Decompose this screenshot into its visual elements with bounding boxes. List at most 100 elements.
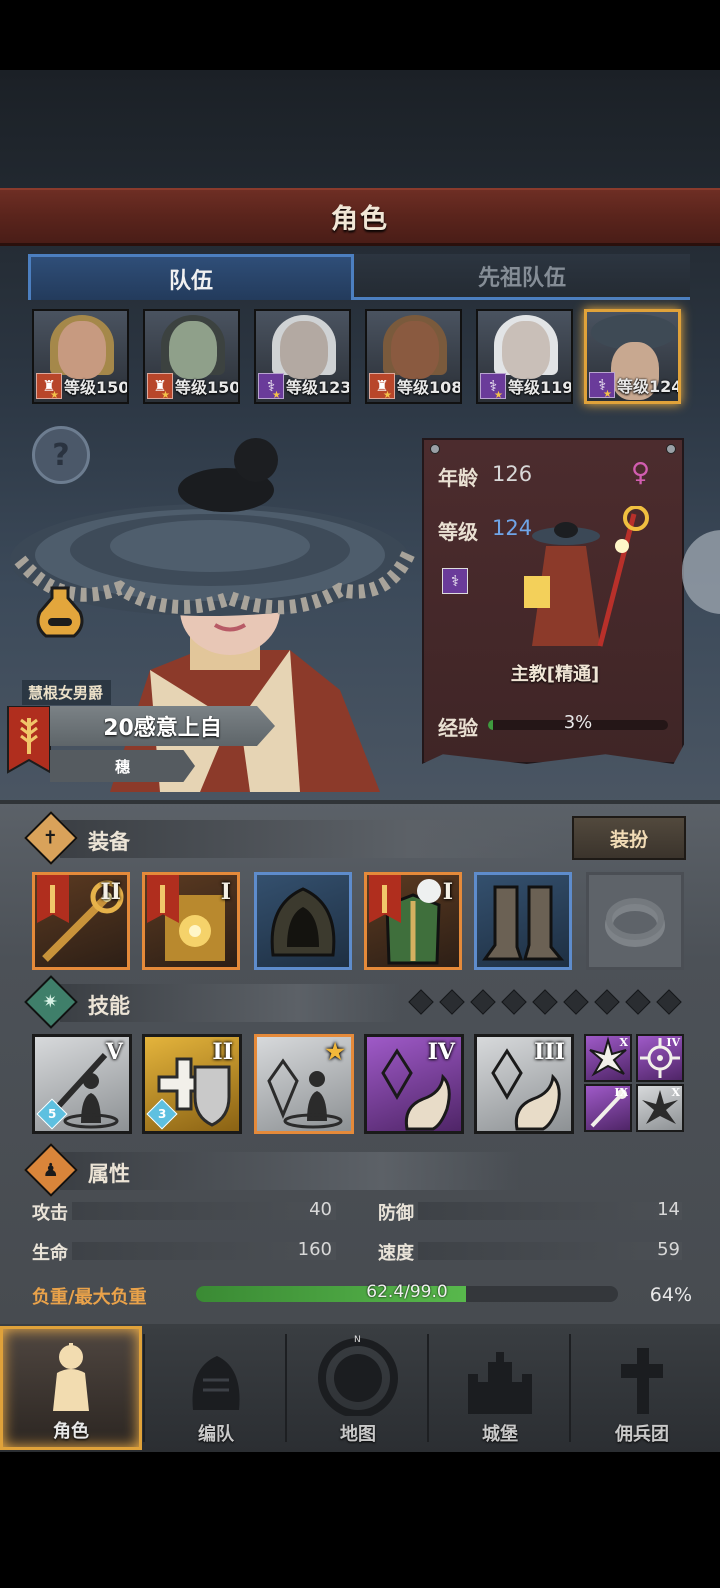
hero-level: 等级123 (286, 378, 351, 397)
hero-level: 等级150 (175, 378, 240, 397)
star-icon: ★ (383, 390, 392, 401)
hero-level: 等级124 (617, 377, 681, 396)
passive-skill-3[interactable]: IX (584, 1084, 632, 1132)
roster-hero-4[interactable]: ♜ ★ 等级108 (365, 309, 462, 404)
status-bar (0, 0, 720, 70)
roster-hero-2[interactable]: ♜ ★ 等级150 (143, 309, 240, 404)
hp-value: 160 (297, 1239, 332, 1260)
banner-flag-icon (6, 705, 52, 776)
tab-ancestor-team[interactable]: 先祖队伍 (354, 254, 690, 300)
game-screen: 角色 队伍 先祖队伍 ♜ ★ 等级150 ♜ ★ 等级150 ⚕ ★ 等级123… (0, 0, 720, 1588)
roster-hero-6-selected[interactable]: ⚕ ★ 等级124 (584, 309, 681, 404)
attack-value: 40 (309, 1199, 332, 1220)
skill-slot-1[interactable]: V 5 (32, 1034, 132, 1134)
title-banner: 角色 (0, 188, 720, 246)
skill-tier: II (212, 1039, 233, 1065)
character-title-text: 20感意上自 (103, 716, 222, 741)
roster-hero-1[interactable]: ♜ ★ 等级150 (32, 309, 129, 404)
system-nav-area (0, 1452, 720, 1588)
attributes-title: 属性 (88, 1162, 130, 1186)
equip-slot-body[interactable]: I (364, 872, 462, 970)
equip-slot-ring[interactable] (586, 872, 684, 970)
svg-text:N: N (354, 1335, 361, 1345)
potion-icon (36, 586, 84, 638)
nav-castle[interactable]: 城堡 (429, 1326, 571, 1450)
roster-hero-3[interactable]: ⚕ ★ 等级123 (254, 309, 351, 404)
equip-tier: I (442, 879, 453, 905)
question-icon: ? (52, 437, 70, 473)
class-name: 主教[精通] (510, 664, 600, 685)
tab-team[interactable]: 队伍 (28, 254, 354, 300)
boots-icon (482, 885, 565, 961)
compass-icon: N (318, 1335, 398, 1416)
speed-label: 速度 (378, 1243, 414, 1264)
helmet-icon (192, 1356, 240, 1410)
skill-tier: III (534, 1039, 565, 1065)
nav-map-label: 地图 (340, 1424, 376, 1445)
level-label: 等级 (438, 520, 478, 544)
star-icon: ★ (272, 390, 281, 401)
nav-formation-label: 编队 (198, 1424, 234, 1445)
star-icon: ★ (161, 390, 170, 401)
equip-tier: II (100, 879, 121, 905)
defense-label: 防御 (378, 1203, 414, 1224)
nav-castle-label: 城堡 (482, 1424, 518, 1445)
female-icon: ♀ (631, 458, 651, 488)
staff-class-icon: ⚕ (442, 568, 468, 594)
load-percent: 64% (649, 1284, 692, 1306)
age-value: 126 (492, 462, 533, 486)
character-info-card: 年龄 126 ♀ 等级 124 ⚕ 主教[精通] 经验 3% (422, 438, 684, 764)
potion-button[interactable] (30, 582, 90, 642)
attack-label: 攻击 (32, 1203, 68, 1224)
exp-percent: 3% (563, 712, 593, 733)
castle-icon (468, 1352, 532, 1414)
skill-slot-4[interactable]: IV (364, 1034, 464, 1134)
hero-level: 等级150 (64, 378, 129, 397)
skill-tier: V (105, 1039, 123, 1065)
equipment-title: 装备 (88, 830, 130, 854)
nav-formation[interactable]: 编队 (145, 1326, 287, 1450)
roster-hero-5[interactable]: ⚕ ★ 等级119 (476, 309, 573, 404)
nav-character[interactable]: 角色 (0, 1326, 142, 1450)
star-icon: ★ (494, 390, 503, 401)
equip-tier: I (220, 879, 231, 905)
skill-slot-3[interactable]: ★ (254, 1034, 354, 1134)
load-label: 负重/最大负重 (32, 1287, 147, 1308)
page-title: 角色 (331, 204, 389, 235)
tab-team-label: 队伍 (168, 268, 213, 294)
nav-character-label: 角色 (53, 1421, 89, 1442)
skill-slot-5[interactable]: III (474, 1034, 574, 1134)
equip-slot-offhand[interactable]: I (142, 872, 240, 970)
age-label: 年龄 (438, 466, 478, 490)
nav-mercenary[interactable]: 佣兵团 (571, 1326, 713, 1450)
equip-slot-head[interactable] (254, 872, 352, 970)
bishop-figure (524, 506, 649, 647)
hood-icon (270, 887, 336, 957)
ring-icon (605, 898, 665, 947)
passive-skill-1[interactable]: X (584, 1034, 632, 1082)
knight-icon (53, 1343, 89, 1411)
outfit-button-label: 装扮 (609, 828, 648, 851)
skill-slot-2[interactable]: II 3 (142, 1034, 242, 1134)
passive-skill-2[interactable]: IV (636, 1034, 684, 1082)
nav-map[interactable]: N 地图 (287, 1326, 429, 1450)
help-button[interactable]: ? (32, 426, 90, 484)
character-title: 20感意上自 (50, 706, 275, 746)
mercenary-icon (621, 1348, 663, 1414)
passive-skill-4[interactable]: X (636, 1084, 684, 1132)
equip-slot-weapon[interactable]: II (32, 872, 130, 970)
tab-ancestor-label: 先祖队伍 (477, 265, 566, 291)
skill-tier: IV (427, 1039, 455, 1065)
hero-level: 等级108 (397, 378, 462, 397)
equip-slot-feet[interactable] (474, 872, 572, 970)
character-subtitle: 穗 (50, 750, 195, 782)
star-icon: ★ (50, 390, 59, 401)
star-icon: ★ (325, 1039, 345, 1065)
nav-mercenary-label: 佣兵团 (615, 1424, 669, 1445)
load-value: 62.4/99.0 (366, 1282, 448, 1302)
exp-label: 经验 (438, 716, 478, 740)
outfit-button[interactable]: 装扮 (572, 816, 686, 860)
skills-title: 技能 (88, 994, 130, 1018)
character-subtitle-text: 穗 (114, 757, 130, 776)
star-icon: ★ (603, 389, 612, 400)
